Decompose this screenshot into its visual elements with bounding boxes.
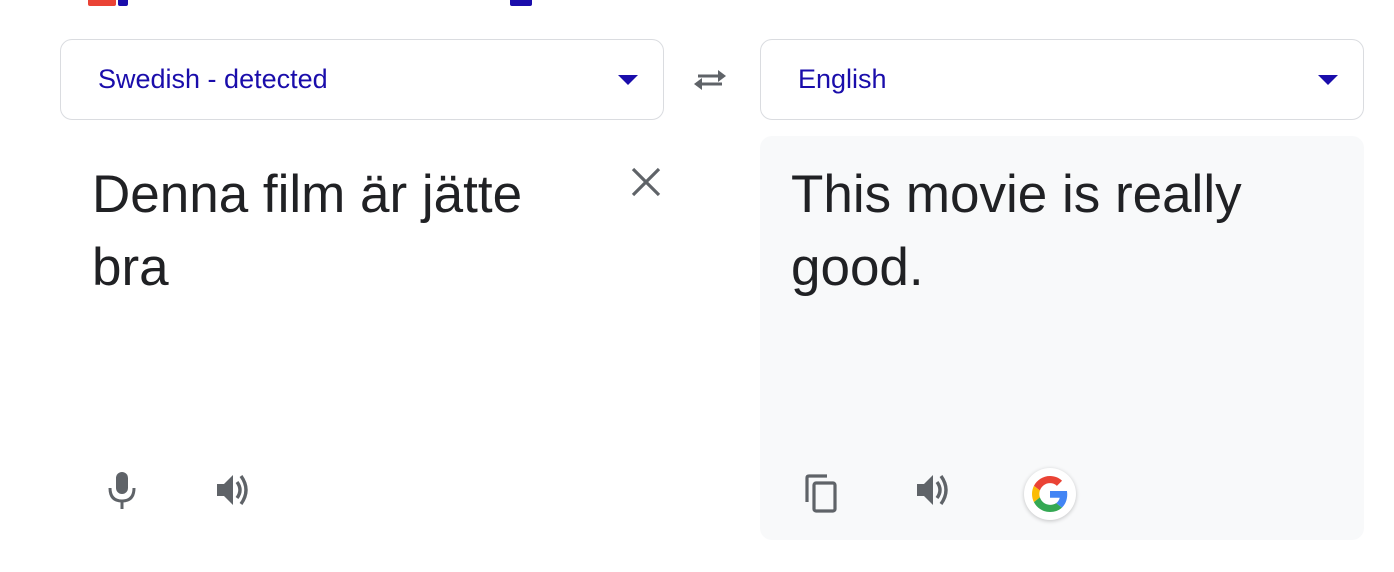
source-language-select[interactable]: Swedish - detected <box>60 39 664 120</box>
clipped-header-text <box>0 0 1394 6</box>
translation-output-panel: This movie is really good. <box>760 136 1364 540</box>
translation-output-text: This movie is really good. <box>791 165 1242 297</box>
copy-icon <box>805 474 837 513</box>
listen-translation-button[interactable] <box>910 468 958 512</box>
microphone-icon <box>108 472 136 509</box>
target-language-label: English <box>798 64 887 94</box>
source-text-input[interactable]: Denna film är jätte bra <box>92 158 612 304</box>
speaker-icon <box>217 475 248 505</box>
listen-source-button[interactable] <box>210 468 258 512</box>
voice-input-button[interactable] <box>100 466 144 514</box>
target-language-select[interactable]: English <box>760 39 1364 120</box>
google-translate-link[interactable] <box>1024 468 1076 520</box>
translate-widget: Swedish - detected English Denna film är… <box>0 0 1394 572</box>
google-logo-icon <box>1032 476 1068 512</box>
clear-text-button[interactable] <box>626 162 666 202</box>
chevron-down-icon <box>1318 74 1338 85</box>
close-icon <box>631 167 661 197</box>
swap-languages-icon <box>694 70 726 90</box>
chevron-down-icon <box>618 74 638 85</box>
copy-translation-button[interactable] <box>798 470 844 518</box>
swap-languages-button[interactable] <box>688 60 732 100</box>
speaker-icon <box>917 475 948 505</box>
source-language-label: Swedish - detected <box>98 64 328 94</box>
